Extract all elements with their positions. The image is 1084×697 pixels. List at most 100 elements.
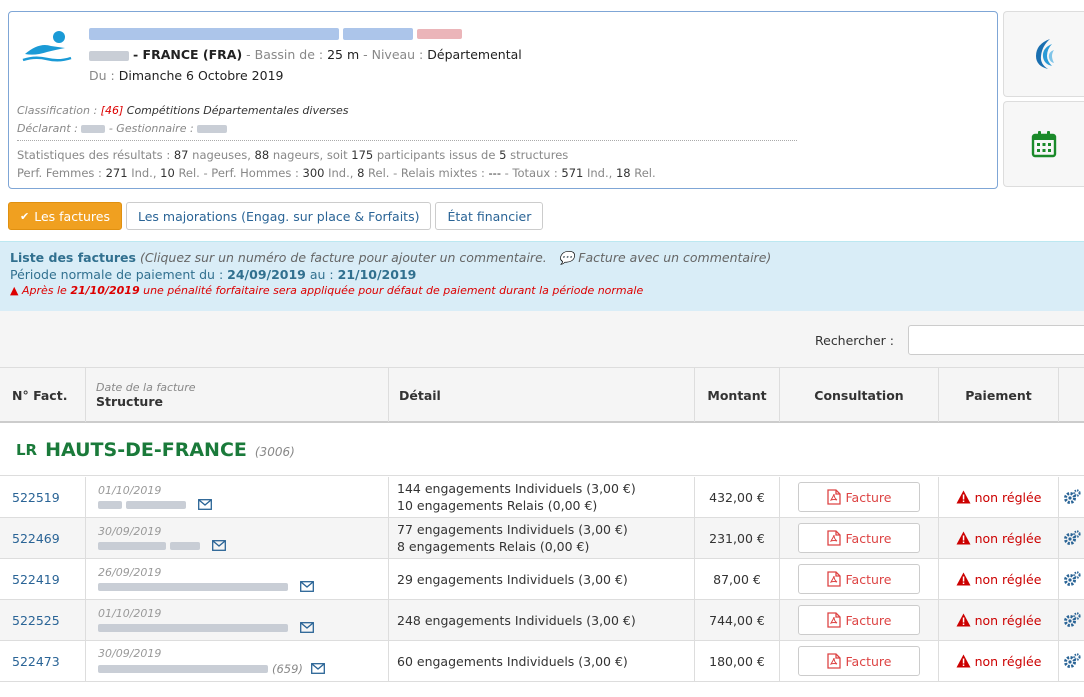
invoice-number-link[interactable]: 522419 bbox=[0, 559, 85, 599]
settings-cell bbox=[1058, 559, 1084, 599]
header-paiement[interactable]: Paiement bbox=[938, 368, 1058, 422]
payment-status: non réglée bbox=[938, 518, 1058, 558]
gears-icon[interactable] bbox=[1063, 489, 1081, 505]
envelope-icon[interactable] bbox=[310, 663, 325, 674]
invoice-date: 30/09/2019 bbox=[98, 646, 162, 660]
structure-name bbox=[98, 540, 226, 551]
detail-line: 8 engagements Relais (0,00 €) bbox=[397, 539, 590, 554]
structure-name bbox=[98, 581, 314, 592]
pdf-icon bbox=[826, 612, 841, 628]
warning-icon bbox=[956, 654, 971, 668]
date-structure-cell: 01/10/2019 bbox=[85, 600, 388, 640]
search-input[interactable] bbox=[908, 325, 1084, 355]
header-montant[interactable]: Montant bbox=[694, 368, 779, 422]
pdf-icon bbox=[826, 489, 841, 505]
warning-icon: ▲ bbox=[10, 284, 19, 297]
warning-icon bbox=[956, 531, 971, 545]
settings-cell bbox=[1058, 641, 1084, 681]
detail-cell: 144 engagements Individuels (3,00 €) 10 e… bbox=[388, 477, 694, 517]
date-structure-cell: 30/09/2019 (659) bbox=[85, 641, 388, 681]
competition-date: Du : Dimanche 6 Octobre 2019 bbox=[89, 68, 284, 83]
facture-pdf-button[interactable]: Facture bbox=[798, 605, 920, 635]
amount: 87,00 € bbox=[694, 559, 779, 599]
region-header: LR HAUTS-DE-FRANCE (3006) bbox=[0, 424, 1084, 476]
amount: 231,00 € bbox=[694, 518, 779, 558]
header-actions bbox=[1058, 368, 1084, 422]
detail-cell: 248 engagements Individuels (3,00 €) bbox=[388, 600, 694, 640]
header-num[interactable]: N° Fact. bbox=[0, 368, 85, 422]
header-consultation[interactable]: Consultation bbox=[779, 368, 938, 422]
tab-majorations[interactable]: Les majorations (Engag. sur place & Forf… bbox=[125, 202, 432, 230]
table-row: 522473 30/09/2019 (659) 60 engagements I… bbox=[0, 641, 1084, 682]
calendar-icon bbox=[1031, 131, 1057, 158]
invoice-number-link[interactable]: 522519 bbox=[0, 477, 85, 517]
ffn-logo-icon bbox=[1036, 39, 1054, 69]
envelope-icon[interactable] bbox=[198, 499, 212, 510]
competition-classification: Classification : [46] Compétitions Dépar… bbox=[17, 104, 349, 117]
table-row: 522525 01/10/2019 248 engagements Indivi… bbox=[0, 600, 1084, 641]
pdf-icon bbox=[826, 530, 841, 546]
amount: 744,00 € bbox=[694, 600, 779, 640]
comment-icon: 💬 bbox=[558, 250, 575, 265]
payment-period: Période normale de paiement du : 24/09/2… bbox=[10, 267, 417, 282]
facture-pdf-button[interactable]: Facture bbox=[798, 646, 920, 676]
region-name: HAUTS-DE-FRANCE bbox=[45, 438, 247, 461]
table-row: 522419 26/09/2019 29 engagements Individ… bbox=[0, 559, 1084, 600]
invoice-date: 26/09/2019 bbox=[98, 566, 162, 579]
consultation-cell: Facture bbox=[779, 477, 938, 517]
envelope-icon[interactable] bbox=[212, 540, 226, 551]
gears-icon[interactable] bbox=[1063, 612, 1081, 628]
structure-name bbox=[98, 499, 212, 510]
invoice-number-link[interactable]: 522525 bbox=[0, 600, 85, 640]
detail-line: 248 engagements Individuels (3,00 €) bbox=[397, 612, 636, 628]
consultation-cell: Facture bbox=[779, 559, 938, 599]
tab-etat-financier[interactable]: État financier bbox=[435, 202, 544, 230]
payment-status: non réglée bbox=[938, 600, 1058, 640]
header-date-structure[interactable]: Date de la facture Structure bbox=[85, 368, 388, 422]
calendar-button[interactable] bbox=[1003, 101, 1084, 187]
facture-pdf-button[interactable]: Facture bbox=[798, 482, 920, 512]
date-structure-cell: 26/09/2019 bbox=[85, 559, 388, 599]
gears-icon[interactable] bbox=[1063, 571, 1081, 587]
pdf-icon bbox=[826, 653, 841, 669]
amount: 432,00 € bbox=[694, 477, 779, 517]
ffn-logo-button[interactable] bbox=[1003, 11, 1084, 97]
invoice-date: 30/09/2019 bbox=[98, 525, 162, 538]
date-structure-cell: 01/10/2019 bbox=[85, 477, 388, 517]
facture-pdf-button[interactable]: Facture bbox=[798, 523, 920, 553]
info-title: Liste des factures bbox=[10, 250, 136, 265]
detail-cell: 77 engagements Individuels (3,00 €) 8 eng… bbox=[388, 518, 694, 558]
divider bbox=[17, 140, 797, 141]
facture-pdf-button[interactable]: Facture bbox=[798, 564, 920, 594]
structure-name bbox=[98, 622, 314, 633]
gears-icon[interactable] bbox=[1063, 653, 1081, 669]
search-label: Rechercher : bbox=[815, 333, 894, 348]
competition-perf: Perf. Femmes : 271 Ind., 10 Rel. - Perf.… bbox=[17, 166, 656, 180]
warning-icon bbox=[956, 572, 971, 586]
envelope-icon[interactable] bbox=[300, 622, 314, 633]
gears-icon[interactable] bbox=[1063, 530, 1081, 546]
invoice-number-link[interactable]: 522473 bbox=[0, 641, 85, 681]
competition-card: - FRANCE (FRA) - Bassin de : 25 m - Nive… bbox=[8, 11, 998, 189]
search-bar: Rechercher : bbox=[0, 311, 1084, 367]
tab-factures[interactable]: ✔ Les factures bbox=[8, 202, 122, 230]
header-detail[interactable]: Détail bbox=[388, 368, 694, 422]
date-structure-cell: 30/09/2019 bbox=[85, 518, 388, 558]
invoice-date: 01/10/2019 bbox=[98, 484, 162, 497]
tab-bar: ✔ Les factures Les majorations (Engag. s… bbox=[8, 202, 544, 230]
detail-cell: 60 engagements Individuels (3,00 €) bbox=[388, 641, 694, 681]
amount: 180,00 € bbox=[694, 641, 779, 681]
payment-status: non réglée bbox=[938, 559, 1058, 599]
warning-icon bbox=[956, 490, 971, 504]
pdf-icon bbox=[826, 571, 841, 587]
payment-status: non réglée bbox=[938, 641, 1058, 681]
envelope-icon[interactable] bbox=[300, 581, 314, 592]
payment-status: non réglée bbox=[938, 477, 1058, 517]
warning-icon bbox=[956, 613, 971, 627]
competition-title bbox=[89, 25, 462, 40]
check-icon: ✔ bbox=[20, 209, 30, 223]
invoice-date: 01/10/2019 bbox=[98, 607, 162, 620]
competition-stats: Statistiques des résultats : 87 nageuses… bbox=[17, 148, 569, 162]
info-panel: Liste des factures (Cliquez sur un numér… bbox=[0, 241, 1084, 311]
invoice-number-link[interactable]: 522469 bbox=[0, 518, 85, 558]
